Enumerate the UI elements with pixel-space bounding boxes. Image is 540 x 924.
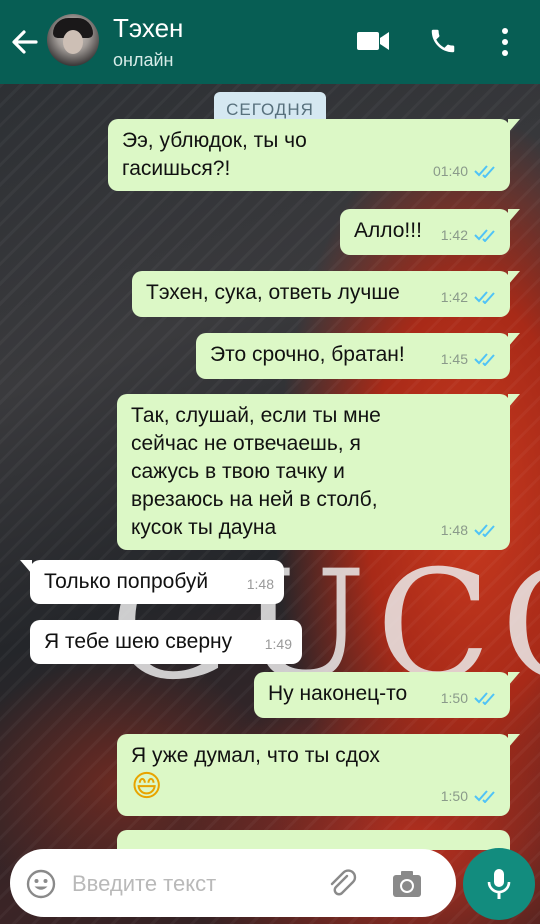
read-ticks-icon xyxy=(474,692,495,705)
message-outgoing[interactable]: Это срочно, братан! 1:45 xyxy=(196,333,520,379)
message-text: Я тебе шею сверну xyxy=(44,630,233,653)
camera-icon[interactable] xyxy=(391,869,423,899)
more-vert-icon[interactable] xyxy=(498,26,512,58)
read-ticks-icon xyxy=(474,165,495,178)
message-time: 1:42 xyxy=(440,289,468,305)
message-time: 1:49 xyxy=(264,636,292,652)
message-input[interactable]: Введите текст xyxy=(72,871,216,897)
read-ticks-icon xyxy=(474,524,495,537)
phone-icon[interactable] xyxy=(428,26,458,56)
message-outgoing[interactable]: Так, слушай, если ты мне сейчас не отвеч… xyxy=(117,394,520,550)
message-time: 01:40 xyxy=(432,163,468,179)
message-incoming[interactable]: Только попробуй 1:48 xyxy=(20,560,284,604)
mic-button[interactable] xyxy=(463,848,535,920)
message-time: 1:45 xyxy=(440,351,468,367)
attach-icon[interactable] xyxy=(326,867,358,899)
message-text: Только попробуй xyxy=(44,570,209,593)
message-time: 1:42 xyxy=(440,227,468,243)
avatar-face xyxy=(63,30,83,54)
message-input-bar[interactable]: Введите текст xyxy=(10,849,456,917)
message-time: 1:48 xyxy=(440,522,468,538)
message-outgoing[interactable]: Тэхен, сука, ответь лучше 1:42 xyxy=(132,271,520,317)
video-call-icon[interactable] xyxy=(356,26,390,56)
message-time: 1:48 xyxy=(246,576,274,592)
read-ticks-icon xyxy=(474,229,495,242)
message-outgoing[interactable]: Алло!!! 1:42 xyxy=(340,209,520,255)
message-outgoing[interactable]: Ээ, ублюдок, ты чо гасишься?! 01:40 xyxy=(108,119,520,191)
contact-name[interactable]: Тэхен xyxy=(113,13,183,44)
message-incoming[interactable]: Я тебе шею сверну 1:49 xyxy=(30,620,302,664)
read-ticks-icon xyxy=(474,790,495,803)
message-outgoing[interactable]: Я уже думал, что ты сдох 😄 1:50 xyxy=(117,734,520,816)
message-text: Я уже думал, что ты сдох xyxy=(131,744,380,767)
avatar[interactable] xyxy=(47,14,99,66)
contact-status: онлайн xyxy=(113,50,174,70)
chat-header: Тэхен онлайн xyxy=(0,0,540,84)
emoji-icon[interactable] xyxy=(26,869,56,899)
message-outgoing[interactable]: Ну наконец-то 1:50 xyxy=(254,672,520,718)
message-time: 1:50 xyxy=(440,690,468,706)
read-ticks-icon xyxy=(474,291,495,304)
back-arrow-icon[interactable] xyxy=(10,24,40,60)
message-outgoing-partial[interactable] xyxy=(117,830,510,850)
mic-icon xyxy=(487,869,511,899)
message-time: 1:50 xyxy=(440,788,468,804)
read-ticks-icon xyxy=(474,353,495,366)
